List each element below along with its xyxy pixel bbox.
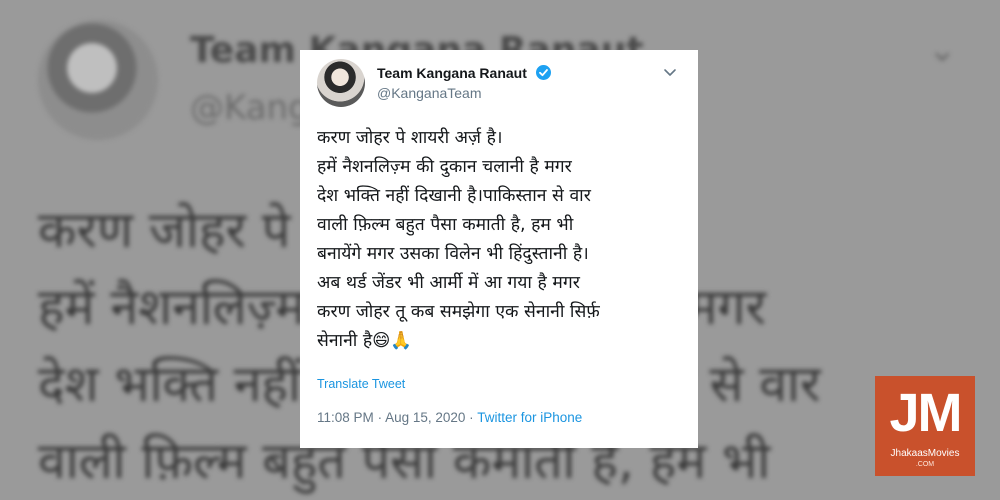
avatar[interactable] — [317, 59, 365, 107]
display-name[interactable]: Team Kangana Ranaut — [377, 65, 527, 81]
logo-letters: JM — [889, 383, 962, 443]
tweet-text: करण जोहर पे शायरी अर्ज़ है। हमें नैशनलिज… — [317, 128, 600, 351]
background-chevron-icon: ⌄ — [928, 30, 957, 70]
checkmark-icon — [539, 69, 548, 77]
logo-suffix: .COM — [915, 461, 935, 468]
tweet-time[interactable]: 11:08 PM — [317, 410, 374, 425]
watermark-logo: JM JhakaasMovies .COM — [875, 376, 975, 476]
tweet-metadata: 11:08 PM · Aug 15, 2020 · Twitter for iP… — [317, 410, 582, 425]
verified-badge-icon — [536, 65, 551, 80]
user-handle[interactable]: @KanganaTeam — [377, 85, 482, 101]
translate-tweet-link[interactable]: Translate Tweet — [317, 377, 405, 391]
tweet-source-link[interactable]: Twitter for iPhone — [477, 410, 582, 425]
chevron-down-icon[interactable] — [662, 64, 678, 80]
meta-separator: · — [377, 410, 383, 425]
meta-separator: · — [469, 410, 474, 425]
logo-name: JhakaasMovies — [890, 448, 960, 459]
tweet-card: Team Kangana Ranaut @KanganaTeam करण जोह… — [300, 50, 698, 448]
tweet-date[interactable]: Aug 15, 2020 — [385, 410, 465, 425]
background-avatar — [38, 20, 158, 140]
